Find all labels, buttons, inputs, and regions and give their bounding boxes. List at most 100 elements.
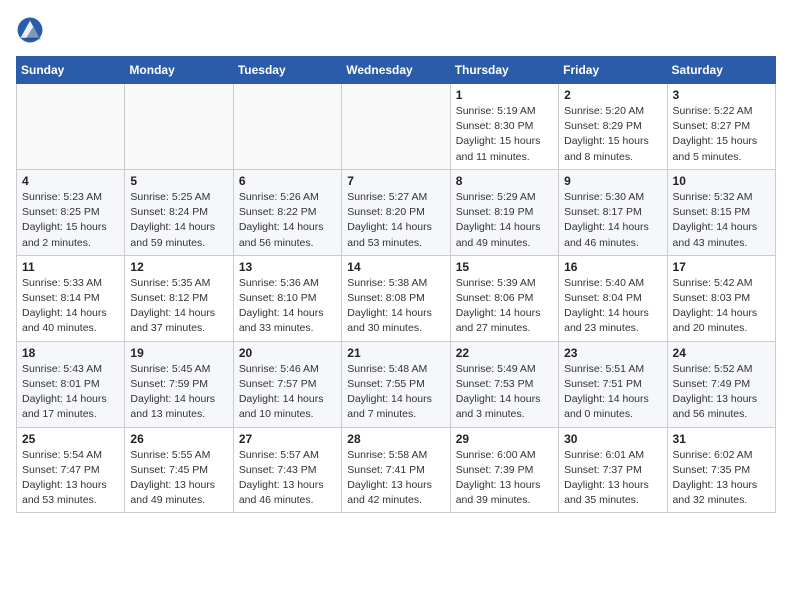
day-number: 6: [239, 174, 336, 188]
day-number: 2: [564, 88, 661, 102]
calendar-cell: 9 Sunrise: 5:30 AM Sunset: 8:17 PM Daylig…: [559, 169, 667, 255]
day-number: 8: [456, 174, 553, 188]
day-number: 15: [456, 260, 553, 274]
day-number: 10: [673, 174, 770, 188]
calendar-cell: 11Sunrise: 5:33 AM Sunset: 8:14 PM Dayli…: [17, 255, 125, 341]
day-info: Sunrise: 5:49 AM Sunset: 7:53 PM Dayligh…: [456, 362, 553, 423]
day-info: Sunrise: 5:48 AM Sunset: 7:55 PM Dayligh…: [347, 362, 444, 423]
day-info: Sunrise: 5:54 AM Sunset: 7:47 PM Dayligh…: [22, 448, 119, 509]
weekday-header-tuesday: Tuesday: [233, 57, 341, 84]
day-number: 23: [564, 346, 661, 360]
day-number: 18: [22, 346, 119, 360]
day-info: Sunrise: 5:35 AM Sunset: 8:12 PM Dayligh…: [130, 276, 227, 337]
logo: [16, 16, 48, 44]
day-number: 4: [22, 174, 119, 188]
day-info: Sunrise: 5:57 AM Sunset: 7:43 PM Dayligh…: [239, 448, 336, 509]
calendar-cell: 24 Sunrise: 5:52 AM Sunset: 7:49 PM Dayli…: [667, 341, 775, 427]
week-row-2: 4Sunrise: 5:23 AM Sunset: 8:25 PM Daylig…: [17, 169, 776, 255]
day-info: Sunrise: 5:30 AM Sunset: 8:17 PM Dayligh…: [564, 190, 661, 251]
day-number: 19: [130, 346, 227, 360]
calendar-table: SundayMondayTuesdayWednesdayThursdayFrid…: [16, 56, 776, 513]
day-info: Sunrise: 5:25 AM Sunset: 8:24 PM Dayligh…: [130, 190, 227, 251]
calendar-cell: 21 Sunrise: 5:48 AM Sunset: 7:55 PM Dayli…: [342, 341, 450, 427]
day-number: 30: [564, 432, 661, 446]
week-row-1: 1 Sunrise: 5:19 AM Sunset: 8:30 PM Daylig…: [17, 84, 776, 170]
calendar-cell: 27 Sunrise: 5:57 AM Sunset: 7:43 PM Dayli…: [233, 427, 341, 513]
weekday-header-monday: Monday: [125, 57, 233, 84]
calendar-cell: 26Sunrise: 5:55 AM Sunset: 7:45 PM Dayli…: [125, 427, 233, 513]
calendar-cell: 28 Sunrise: 5:58 AM Sunset: 7:41 PM Dayli…: [342, 427, 450, 513]
day-info: Sunrise: 5:52 AM Sunset: 7:49 PM Dayligh…: [673, 362, 770, 423]
day-number: 5: [130, 174, 227, 188]
weekday-header-row: SundayMondayTuesdayWednesdayThursdayFrid…: [17, 57, 776, 84]
week-row-4: 18 Sunrise: 5:43 AM Sunset: 8:01 PM Dayli…: [17, 341, 776, 427]
calendar-cell: 22 Sunrise: 5:49 AM Sunset: 7:53 PM Dayli…: [450, 341, 558, 427]
day-info: Sunrise: 5:42 AM Sunset: 8:03 PM Dayligh…: [673, 276, 770, 337]
calendar-cell: 4Sunrise: 5:23 AM Sunset: 8:25 PM Daylig…: [17, 169, 125, 255]
calendar-cell: 7 Sunrise: 5:27 AM Sunset: 8:20 PM Daylig…: [342, 169, 450, 255]
day-info: Sunrise: 5:39 AM Sunset: 8:06 PM Dayligh…: [456, 276, 553, 337]
day-number: 17: [673, 260, 770, 274]
weekday-header-thursday: Thursday: [450, 57, 558, 84]
calendar-cell: 31 Sunrise: 6:02 AM Sunset: 7:35 PM Dayli…: [667, 427, 775, 513]
day-number: 27: [239, 432, 336, 446]
calendar-cell: 8 Sunrise: 5:29 AM Sunset: 8:19 PM Daylig…: [450, 169, 558, 255]
day-info: Sunrise: 5:40 AM Sunset: 8:04 PM Dayligh…: [564, 276, 661, 337]
calendar-cell: 3Sunrise: 5:22 AM Sunset: 8:27 PM Daylig…: [667, 84, 775, 170]
day-number: 9: [564, 174, 661, 188]
day-number: 20: [239, 346, 336, 360]
day-number: 31: [673, 432, 770, 446]
day-number: 21: [347, 346, 444, 360]
day-info: Sunrise: 5:51 AM Sunset: 7:51 PM Dayligh…: [564, 362, 661, 423]
calendar-cell: 13 Sunrise: 5:36 AM Sunset: 8:10 PM Dayli…: [233, 255, 341, 341]
day-info: Sunrise: 5:38 AM Sunset: 8:08 PM Dayligh…: [347, 276, 444, 337]
calendar-cell: [125, 84, 233, 170]
day-info: Sunrise: 6:02 AM Sunset: 7:35 PM Dayligh…: [673, 448, 770, 509]
calendar-cell: 14 Sunrise: 5:38 AM Sunset: 8:08 PM Dayli…: [342, 255, 450, 341]
calendar-cell: 2 Sunrise: 5:20 AM Sunset: 8:29 PM Daylig…: [559, 84, 667, 170]
day-info: Sunrise: 5:29 AM Sunset: 8:19 PM Dayligh…: [456, 190, 553, 251]
day-info: Sunrise: 5:36 AM Sunset: 8:10 PM Dayligh…: [239, 276, 336, 337]
weekday-header-saturday: Saturday: [667, 57, 775, 84]
day-number: 7: [347, 174, 444, 188]
calendar-cell: 6 Sunrise: 5:26 AM Sunset: 8:22 PM Daylig…: [233, 169, 341, 255]
day-info: Sunrise: 6:00 AM Sunset: 7:39 PM Dayligh…: [456, 448, 553, 509]
calendar-cell: 15 Sunrise: 5:39 AM Sunset: 8:06 PM Dayli…: [450, 255, 558, 341]
day-number: 16: [564, 260, 661, 274]
week-row-5: 25Sunrise: 5:54 AM Sunset: 7:47 PM Dayli…: [17, 427, 776, 513]
weekday-header-wednesday: Wednesday: [342, 57, 450, 84]
day-info: Sunrise: 5:45 AM Sunset: 7:59 PM Dayligh…: [130, 362, 227, 423]
day-info: Sunrise: 5:26 AM Sunset: 8:22 PM Dayligh…: [239, 190, 336, 251]
day-number: 13: [239, 260, 336, 274]
day-info: Sunrise: 5:58 AM Sunset: 7:41 PM Dayligh…: [347, 448, 444, 509]
calendar-cell: 23 Sunrise: 5:51 AM Sunset: 7:51 PM Dayli…: [559, 341, 667, 427]
day-number: 1: [456, 88, 553, 102]
day-info: Sunrise: 5:20 AM Sunset: 8:29 PM Dayligh…: [564, 104, 661, 165]
day-info: Sunrise: 5:19 AM Sunset: 8:30 PM Dayligh…: [456, 104, 553, 165]
calendar-cell: 20 Sunrise: 5:46 AM Sunset: 7:57 PM Dayli…: [233, 341, 341, 427]
logo-icon: [16, 16, 44, 44]
calendar-cell: 29 Sunrise: 6:00 AM Sunset: 7:39 PM Dayli…: [450, 427, 558, 513]
day-number: 3: [673, 88, 770, 102]
day-number: 26: [130, 432, 227, 446]
day-number: 12: [130, 260, 227, 274]
day-info: Sunrise: 5:27 AM Sunset: 8:20 PM Dayligh…: [347, 190, 444, 251]
calendar-cell: 18 Sunrise: 5:43 AM Sunset: 8:01 PM Dayli…: [17, 341, 125, 427]
calendar-cell: 17 Sunrise: 5:42 AM Sunset: 8:03 PM Dayli…: [667, 255, 775, 341]
day-number: 29: [456, 432, 553, 446]
calendar-cell: 1 Sunrise: 5:19 AM Sunset: 8:30 PM Daylig…: [450, 84, 558, 170]
calendar-cell: 30 Sunrise: 6:01 AM Sunset: 7:37 PM Dayli…: [559, 427, 667, 513]
day-number: 14: [347, 260, 444, 274]
calendar-cell: 25Sunrise: 5:54 AM Sunset: 7:47 PM Dayli…: [17, 427, 125, 513]
day-info: Sunrise: 5:43 AM Sunset: 8:01 PM Dayligh…: [22, 362, 119, 423]
day-number: 22: [456, 346, 553, 360]
day-number: 24: [673, 346, 770, 360]
day-info: Sunrise: 6:01 AM Sunset: 7:37 PM Dayligh…: [564, 448, 661, 509]
page-header: [16, 16, 776, 44]
day-number: 11: [22, 260, 119, 274]
calendar-cell: [342, 84, 450, 170]
calendar-cell: 5 Sunrise: 5:25 AM Sunset: 8:24 PM Daylig…: [125, 169, 233, 255]
weekday-header-friday: Friday: [559, 57, 667, 84]
day-number: 28: [347, 432, 444, 446]
day-info: Sunrise: 5:46 AM Sunset: 7:57 PM Dayligh…: [239, 362, 336, 423]
